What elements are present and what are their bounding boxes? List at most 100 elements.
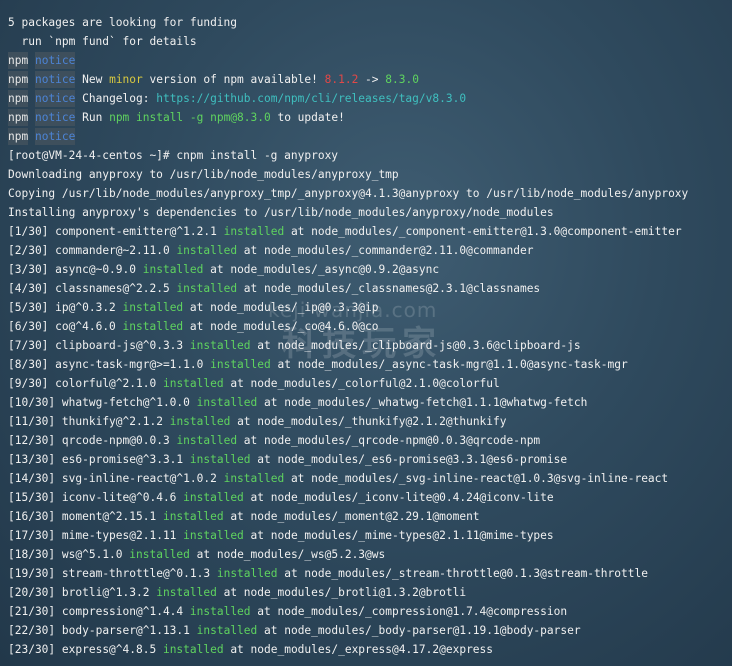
- install-index: [15/30]: [8, 491, 56, 504]
- install-index: [7/30]: [8, 339, 49, 352]
- install-line: [6/30] co@^4.6.0 installed at node_modul…: [8, 320, 379, 333]
- installed-status: installed: [189, 453, 251, 466]
- install-path: node_modules/_qrcode-npm@0.0.3@qrcode-np…: [264, 434, 541, 447]
- installed-status: installed: [223, 225, 285, 238]
- notice-tag: notice: [34, 90, 76, 107]
- install-line: [10/30] whatwg-fetch@^1.0.0 installed at…: [8, 396, 588, 409]
- install-line: [19/30] stream-throttle@^0.1.3 installed…: [8, 567, 648, 580]
- install-line: [18/30] ws@^5.1.0 installed at node_modu…: [8, 548, 386, 561]
- installed-status: installed: [156, 586, 217, 599]
- install-line: [4/30] classnames@^2.2.5 installed at no…: [8, 282, 541, 295]
- npm-notice-line: npm notice Run npm install -g npm@8.3.0 …: [8, 108, 732, 127]
- install-index: [12/30]: [8, 434, 56, 447]
- install-index: [13/30]: [8, 453, 56, 466]
- notice-text-part: Changelog:: [75, 92, 157, 105]
- notice-tag: notice: [34, 52, 76, 69]
- install-line: [2/30] commander@~2.11.0 installed at no…: [8, 244, 534, 257]
- installed-status: installed: [142, 263, 204, 276]
- install-line: [21/30] compression@^1.4.4 installed at …: [8, 605, 568, 618]
- installed-status: installed: [183, 491, 244, 504]
- install-path: node_modules/_colorful@2.1.0@colorful: [250, 377, 500, 390]
- notice-text-part: version of npm available!: [142, 73, 325, 86]
- package-spec: component-emitter@^1.2.1: [55, 225, 217, 238]
- install-index: [2/30]: [8, 244, 49, 257]
- notice-tag: notice: [34, 71, 76, 88]
- package-spec: stream-throttle@^0.1.3: [61, 567, 211, 580]
- install-progress-list: [1/30] component-emitter@^1.2.1 installe…: [8, 222, 732, 659]
- install-path: node_modules/_stream-throttle@0.1.3@stre…: [304, 567, 648, 580]
- package-spec: brotli@^1.3.2: [61, 586, 150, 599]
- installed-status: installed: [210, 358, 271, 371]
- terminal-output: 5 packages are looking for funding run `…: [8, 13, 732, 659]
- install-path: node_modules/_commander@2.11.0@commander: [264, 244, 534, 257]
- installed-status: installed: [223, 472, 285, 485]
- package-spec: moment@^2.15.1: [61, 510, 157, 523]
- install-path: node_modules/_component-emitter@1.3.0@co…: [311, 225, 682, 238]
- install-path: node_modules/_co@4.6.0@co: [210, 320, 379, 333]
- npm-notice-line: npm notice Changelog: https://github.com…: [8, 89, 732, 108]
- notice-text-part: 8.3.0: [385, 73, 419, 86]
- install-index: [23/30]: [8, 643, 56, 656]
- installing-line: Installing anyproxy's dependencies to /u…: [8, 206, 554, 219]
- install-path: node_modules/_ws@5.2.3@ws: [216, 548, 386, 561]
- install-index: [4/30]: [8, 282, 49, 295]
- npm-notice-line: npm notice: [8, 127, 732, 146]
- installed-status: installed: [196, 396, 258, 409]
- install-index: [16/30]: [8, 510, 56, 523]
- package-spec: clipboard-js@^0.3.3: [55, 339, 184, 352]
- install-path: node_modules/_svg-inline-react@1.0.3@svg…: [311, 472, 669, 485]
- installed-status: installed: [129, 548, 190, 561]
- notice-text-part: https://github.com/npm/cli/releases/tag/…: [156, 92, 467, 105]
- package-spec: ip@^0.3.2: [55, 301, 116, 314]
- installed-status: installed: [122, 320, 184, 333]
- npm-notice-line: npm notice: [8, 51, 732, 70]
- install-path: node_modules/_clipboard-js@0.3.6@clipboa…: [277, 339, 581, 352]
- package-spec: es6-promise@^3.3.1: [61, 453, 184, 466]
- npm-tag: npm: [8, 109, 29, 126]
- npm-tag: npm: [8, 71, 29, 88]
- install-line: [23/30] express@^4.8.5 installed at node…: [8, 643, 494, 656]
- install-index: [22/30]: [8, 624, 56, 637]
- package-spec: body-parser@^1.13.1: [61, 624, 190, 637]
- installed-status: installed: [162, 643, 224, 656]
- package-spec: commander@~2.11.0: [55, 244, 170, 257]
- package-spec: iconv-lite@^0.4.6: [61, 491, 177, 504]
- install-path: node_modules/_es6-promise@3.3.1@es6-prom…: [277, 453, 568, 466]
- install-line: [12/30] qrcode-npm@0.0.3 installed at no…: [8, 434, 541, 447]
- package-spec: co@^4.6.0: [55, 320, 116, 333]
- package-spec: async@~0.9.0: [55, 263, 136, 276]
- package-spec: compression@^1.4.4: [61, 605, 184, 618]
- install-path: node_modules/_async@0.9.2@async: [230, 263, 440, 276]
- notice-text-part: ->: [358, 73, 386, 86]
- installed-status: installed: [176, 282, 238, 295]
- package-spec: async-task-mgr@>=1.1.0: [55, 358, 204, 371]
- fund-hint-line: run `npm fund` for details: [8, 35, 197, 48]
- package-spec: whatwg-fetch@^1.0.0: [61, 396, 190, 409]
- npm-notice-line: npm notice New minor version of npm avai…: [8, 70, 732, 89]
- install-line: [13/30] es6-promise@^3.3.1 installed at …: [8, 453, 568, 466]
- install-index: [14/30]: [8, 472, 56, 485]
- install-path: node_modules/_body-parser@1.19.1@body-pa…: [284, 624, 581, 637]
- install-index: [18/30]: [8, 548, 56, 561]
- install-line: [1/30] component-emitter@^1.2.1 installe…: [8, 225, 682, 238]
- install-index: [19/30]: [8, 567, 56, 580]
- install-path: node_modules/_thunkify@2.1.2@thunkify: [257, 415, 507, 428]
- install-line: [20/30] brotli@^1.3.2 installed at node_…: [8, 586, 467, 599]
- install-line: [11/30] thunkify@^2.1.2 installed at nod…: [8, 415, 507, 428]
- install-line: [9/30] colorful@^2.1.0 installed at node…: [8, 377, 500, 390]
- install-index: [9/30]: [8, 377, 49, 390]
- installed-status: installed: [196, 624, 258, 637]
- install-index: [8/30]: [8, 358, 49, 371]
- installed-status: installed: [122, 301, 184, 314]
- installed-status: installed: [162, 510, 224, 523]
- npm-tag: npm: [8, 128, 29, 145]
- package-spec: express@^4.8.5: [61, 643, 157, 656]
- package-spec: qrcode-npm@0.0.3: [61, 434, 170, 447]
- install-line: [16/30] moment@^2.15.1 installed at node…: [8, 510, 480, 523]
- install-line: [5/30] ip@^0.3.2 installed at node_modul…: [8, 301, 379, 314]
- install-index: [17/30]: [8, 529, 56, 542]
- package-spec: colorful@^2.1.0: [55, 377, 157, 390]
- notice-tag: notice: [34, 128, 76, 145]
- install-line: [3/30] async@~0.9.0 installed at node_mo…: [8, 263, 440, 276]
- install-index: [5/30]: [8, 301, 49, 314]
